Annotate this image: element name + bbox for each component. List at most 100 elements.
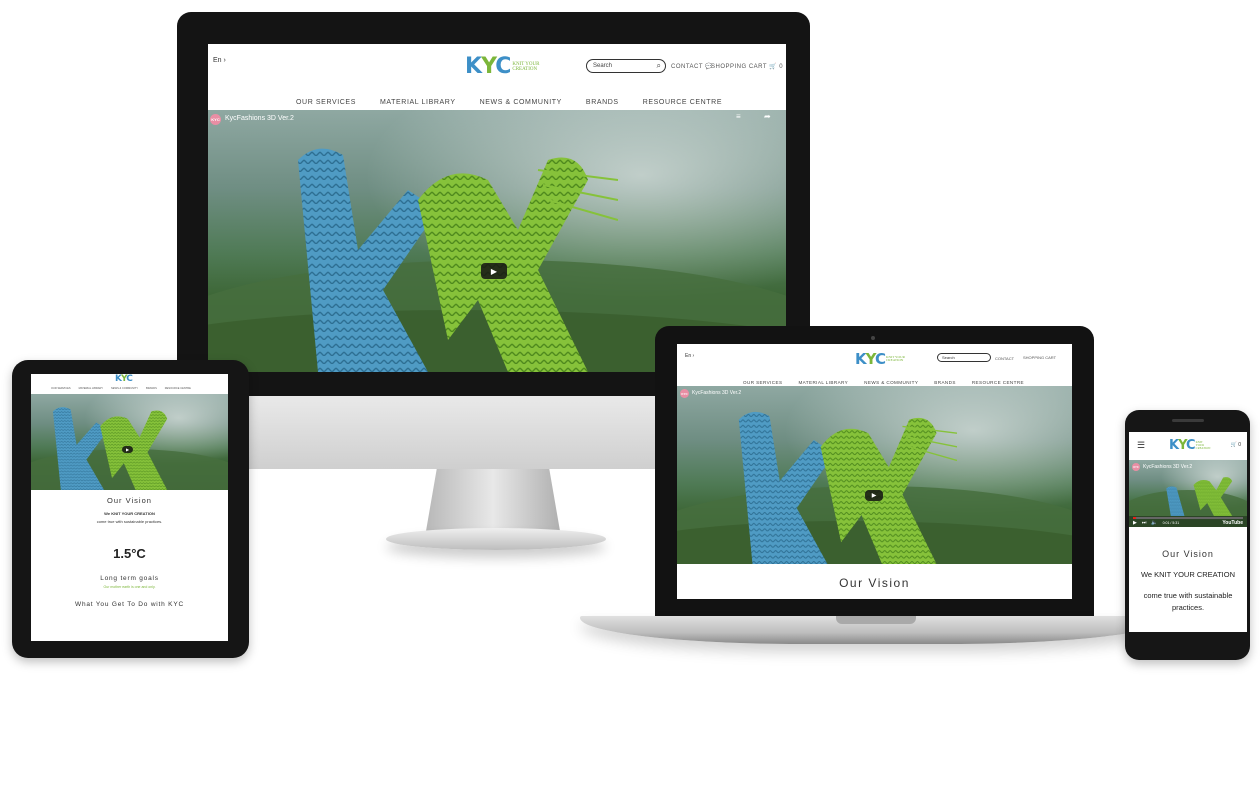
menu-item-material-library[interactable]: MATERIAL LIBRARY: [79, 387, 103, 390]
search-icon[interactable]: ⌕: [657, 61, 661, 71]
next-icon[interactable]: ⏭: [1142, 520, 1147, 526]
logo-mark: KYC: [465, 54, 511, 79]
play-button[interactable]: ▶: [865, 490, 883, 501]
laptop-screen: En › KYC KNIT YOUR CREATION Search CONTA…: [677, 344, 1072, 599]
phone-header: ☰ KYC KNIT YOUR CREATION 🛒 0: [1129, 432, 1247, 460]
main-menu: OUR SERVICES MATERIAL LIBRARY NEWS & COM…: [51, 387, 191, 390]
goals-title: Long term goals: [100, 575, 159, 582]
tablet-header: KYC OUR SERVICES MATERIAL LIBRARY NEWS &…: [31, 374, 228, 396]
responsive-devices-mockup: En › KYC KNIT YOUR CREATION Search ⌕ CON…: [0, 0, 1260, 793]
site-logo[interactable]: KYC KNIT YOUR CREATION: [855, 350, 906, 368]
knit-tagline: We KNIT YOUR CREATION: [1140, 570, 1236, 579]
what-you-get-title: What You Get To Do with KYC: [75, 601, 184, 608]
play-icon[interactable]: ▶: [1133, 520, 1137, 526]
channel-avatar[interactable]: KYC: [680, 389, 689, 398]
shopping-cart-link[interactable]: SHOPPING CART: [1023, 355, 1056, 360]
laptop-header: En › KYC KNIT YOUR CREATION Search CONTA…: [677, 344, 1072, 388]
video-time: 0:01 / 5:31: [1162, 521, 1180, 525]
contact-link[interactable]: CONTACT: [995, 356, 1014, 361]
video-controls: ▶ ⏭ 🔈 0:01 / 5:31 YouTube: [1129, 516, 1247, 527]
section-title: Our Vision: [107, 496, 152, 505]
cart-icon: 🛒: [1230, 442, 1237, 448]
video-title[interactable]: KycFashions 3D Ver.2: [1143, 464, 1192, 470]
hero-video[interactable]: ▶: [31, 394, 228, 490]
main-menu: OUR SERVICES MATERIAL LIBRARY NEWS & COM…: [743, 380, 1024, 385]
video-progress-bar[interactable]: [1133, 517, 1243, 519]
site-logo[interactable]: KYC: [115, 374, 133, 384]
logo-mark: KYC: [855, 350, 886, 368]
play-icon: ▶: [490, 266, 498, 276]
imac-base: [386, 528, 606, 550]
tablet-content: Our Vision We KNIT YOUR CREATION come tr…: [31, 490, 228, 608]
menu-item-our-services[interactable]: OUR SERVICES: [743, 380, 782, 385]
menu-item-resource-centre[interactable]: RESOURCE CENTRE: [972, 380, 1024, 385]
menu-item-resource-centre[interactable]: RESOURCE CENTRE: [165, 387, 191, 390]
cart-count: 0: [779, 64, 784, 70]
knitted-kyc-logo-image: [49, 404, 179, 490]
site-logo[interactable]: KYC KNIT YOUR CREATION: [1169, 438, 1212, 453]
knitted-kyc-logo-image: [1164, 474, 1239, 516]
site-logo[interactable]: KYC KNIT YOUR CREATION: [465, 54, 542, 79]
play-icon: ▶: [125, 447, 130, 452]
knitted-kyc-logo-image: [732, 406, 957, 564]
language-selector[interactable]: En ›: [685, 353, 694, 359]
menu-item-resource-centre[interactable]: RESOURCE CENTRE: [643, 99, 722, 106]
goals-subtitle: Our mother earth is one and only.: [103, 585, 156, 589]
logo-subtitle: KNIT YOUR CREATION: [512, 61, 540, 72]
menu-item-brands[interactable]: BRANDS: [934, 380, 956, 385]
search-input[interactable]: Search ⌕: [586, 59, 666, 73]
control-row: ▶ ⏭ 🔈 0:01 / 5:31: [1133, 520, 1179, 526]
knitted-kyc-logo-image: [288, 140, 618, 372]
hamburger-menu-icon[interactable]: ☰: [1137, 440, 1145, 451]
search-placeholder: Search: [942, 355, 955, 360]
logo-subtitle: KNIT YOUR CREATION: [885, 354, 905, 362]
playlist-icon[interactable]: ≡: [736, 112, 741, 121]
contact-link[interactable]: CONTACT 💬: [671, 63, 713, 70]
sustainable-tagline: come true with sustainable practices.: [96, 519, 163, 524]
imac-stand: [426, 469, 560, 531]
channel-avatar[interactable]: KYC: [1132, 463, 1140, 471]
menu-item-material-library[interactable]: MATERIAL LIBRARY: [798, 380, 848, 385]
video-progress-fill: [1133, 517, 1137, 519]
search-placeholder: Search: [593, 63, 613, 69]
temperature-stat: 1.5°C: [113, 546, 146, 561]
desktop-header: En › KYC KNIT YOUR CREATION Search ⌕ CON…: [208, 44, 786, 110]
laptop-camera: [871, 336, 875, 340]
tablet-screen: KYC OUR SERVICES MATERIAL LIBRARY NEWS &…: [31, 374, 228, 641]
shopping-cart-link[interactable]: 🛒 0: [1231, 442, 1241, 448]
video-title[interactable]: KycFashions 3D Ver.2: [692, 390, 741, 396]
menu-item-our-services[interactable]: OUR SERVICES: [296, 99, 356, 106]
video-title[interactable]: KycFashions 3D Ver.2: [225, 115, 294, 122]
hero-video[interactable]: KYC KycFashions 3D Ver.2 ▶: [677, 386, 1072, 564]
language-selector[interactable]: En ›: [213, 57, 226, 64]
menu-item-brands[interactable]: BRANDS: [586, 99, 619, 106]
phone-screen: ☰ KYC KNIT YOUR CREATION 🛒 0 KYC KycFash…: [1129, 432, 1247, 632]
sustainable-tagline: come true with sustainable practices.: [1143, 591, 1233, 613]
play-button[interactable]: ▶: [481, 263, 507, 279]
volume-icon[interactable]: 🔈: [1151, 520, 1157, 526]
contact-label: CONTACT: [671, 64, 703, 70]
logo-mark: KYC: [1169, 438, 1196, 453]
share-icon[interactable]: ➦: [764, 112, 771, 121]
menu-item-brands[interactable]: BRANDS: [146, 387, 157, 390]
play-button[interactable]: ▶: [122, 446, 133, 453]
section-title: Our Vision: [1162, 549, 1214, 559]
play-icon: ▶: [871, 493, 877, 499]
channel-avatar[interactable]: KYC: [210, 114, 221, 125]
menu-item-our-services[interactable]: OUR SERVICES: [51, 387, 71, 390]
shopping-cart-link[interactable]: SHOPPING CART 🛒 0: [711, 63, 783, 70]
menu-item-news-community[interactable]: NEWS & COMMUNITY: [864, 380, 918, 385]
logo-subtitle: KNIT YOUR CREATION: [1195, 440, 1211, 450]
menu-item-material-library[interactable]: MATERIAL LIBRARY: [380, 99, 456, 106]
phone-content: Our Vision We KNIT YOUR CREATION come tr…: [1129, 527, 1247, 614]
youtube-logo[interactable]: YouTube: [1222, 520, 1243, 526]
cart-label: SHOPPING CART: [711, 64, 767, 70]
search-input[interactable]: Search: [937, 353, 991, 362]
knit-tagline: We KNIT YOUR CREATION: [104, 511, 155, 516]
menu-item-news-community[interactable]: NEWS & COMMUNITY: [480, 99, 562, 106]
cart-icon: 🛒: [769, 64, 778, 70]
menu-item-news-community[interactable]: NEWS & COMMUNITY: [111, 387, 138, 390]
cart-count: 0: [1238, 442, 1241, 448]
laptop-notch: [836, 616, 916, 624]
main-menu: OUR SERVICES MATERIAL LIBRARY NEWS & COM…: [296, 99, 722, 106]
